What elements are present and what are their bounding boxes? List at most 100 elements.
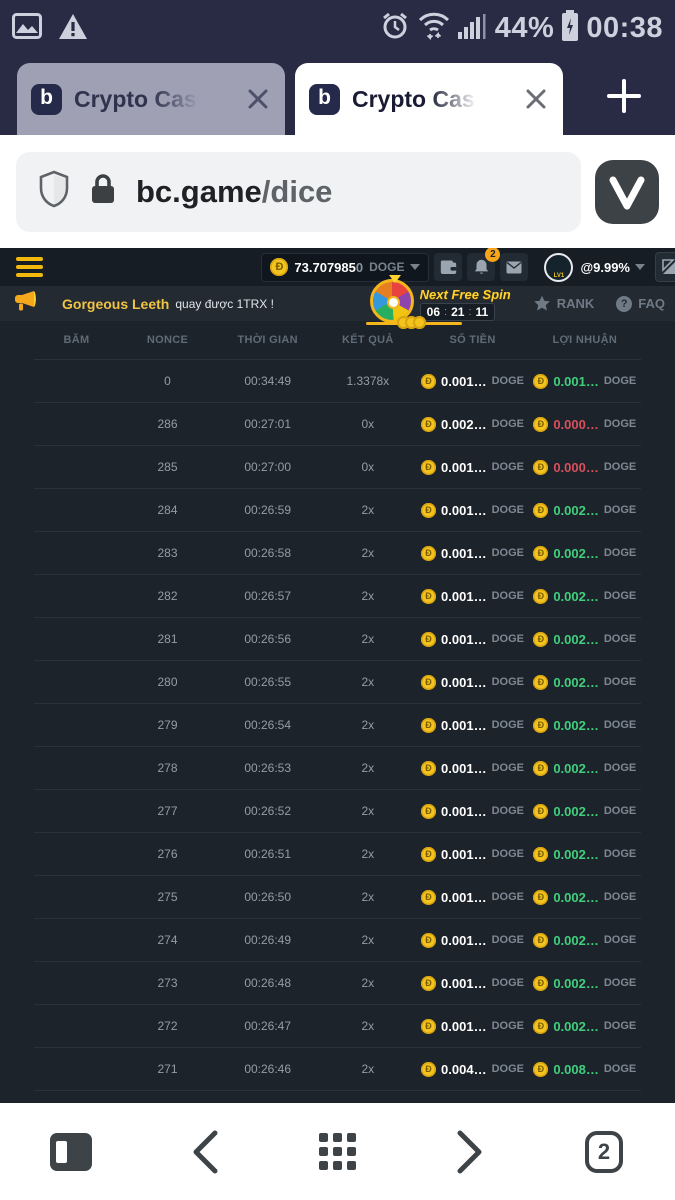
profit-value: 0.002… (553, 804, 599, 819)
url-field[interactable]: bc.game/dice (16, 152, 581, 232)
cell-nonce: 271 (119, 1062, 216, 1076)
cell-nonce: 284 (119, 503, 216, 517)
bet-row[interactable]: 285 00:27:00 0x Đ 0.001… DOGE Đ 0.000… D… (34, 446, 641, 489)
doge-coin-icon: Đ (533, 460, 548, 475)
bet-row[interactable]: 282 00:26:57 2x Đ 0.001… DOGE Đ 0.002… D… (34, 575, 641, 618)
cell-nonce: 277 (119, 804, 216, 818)
url-path: /dice (262, 174, 333, 209)
doge-coin-icon: Đ (533, 1019, 548, 1034)
doge-coin-icon: Đ (421, 589, 436, 604)
col-hash: BĂM (34, 334, 119, 346)
amount-value: 0.001… (441, 1019, 487, 1034)
forward-button[interactable] (455, 1129, 485, 1175)
cell-result: 2x (319, 890, 416, 904)
bet-row[interactable]: 276 00:26:51 2x Đ 0.001… DOGE Đ 0.002… D… (34, 833, 641, 876)
rank-button[interactable]: RANK (533, 295, 595, 312)
doge-coin-icon: Đ (421, 1062, 436, 1077)
bet-row[interactable]: 273 00:26:48 2x Đ 0.001… DOGE Đ 0.002… D… (34, 962, 641, 1005)
browser-tab-inactive[interactable]: b Crypto Casi (17, 63, 285, 135)
battery-icon (561, 10, 579, 47)
browser-address-bar: bc.game/dice (0, 135, 675, 248)
lock-icon[interactable] (90, 173, 116, 210)
back-button[interactable] (190, 1129, 220, 1175)
bet-row[interactable]: 278 00:26:53 2x Đ 0.001… DOGE Đ 0.002… D… (34, 747, 641, 790)
bet-row[interactable]: 272 00:26:47 2x Đ 0.001… DOGE Đ 0.002… D… (34, 1005, 641, 1048)
tab-switcher-button[interactable]: 2 (581, 1129, 627, 1175)
messages-button[interactable] (500, 253, 528, 281)
balance-currency: DOGE (369, 260, 404, 274)
cell-nonce: 274 (119, 933, 216, 947)
vivaldi-menu-button[interactable] (595, 160, 659, 224)
cell-result: 2x (319, 589, 416, 603)
cell-time: 00:26:56 (216, 632, 319, 646)
cell-nonce: 272 (119, 1019, 216, 1033)
cell-amount: Đ 0.001… DOGE (416, 1019, 528, 1034)
doge-coin-icon: Đ (421, 718, 436, 733)
cell-amount: Đ 0.001… DOGE (416, 546, 528, 561)
faq-button[interactable]: ? FAQ (616, 296, 665, 312)
profit-currency: DOGE (604, 934, 636, 946)
wallet-button[interactable] (434, 253, 462, 281)
bet-row[interactable]: 279 00:26:54 2x Đ 0.001… DOGE Đ 0.002… D… (34, 704, 641, 747)
cell-amount: Đ 0.001… DOGE (416, 804, 528, 819)
cell-time: 00:26:59 (216, 503, 319, 517)
cell-amount: Đ 0.001… DOGE (416, 374, 528, 389)
amount-currency: DOGE (492, 762, 524, 774)
free-spin-widget[interactable]: Next Free Spin 06:21:11 (368, 287, 511, 321)
doge-coin-icon: Đ (421, 460, 436, 475)
announcement-username[interactable]: Gorgeous Leeth (62, 296, 169, 312)
close-tab-icon[interactable] (245, 86, 271, 112)
amount-currency: DOGE (492, 805, 524, 817)
chat-toggle-button[interactable] (655, 252, 675, 282)
amount-currency: DOGE (492, 461, 524, 473)
doge-coin-icon: Đ (533, 847, 548, 862)
cell-nonce: 0 (119, 374, 216, 388)
cell-result: 2x (319, 1019, 416, 1033)
close-tab-icon[interactable] (523, 86, 549, 112)
amount-value: 0.001… (441, 933, 487, 948)
bets-table-header: BĂM NONCE THỜI GIAN KẾT QUẢ SỐ TIỀN LỢI … (34, 321, 641, 360)
bet-row[interactable]: 274 00:26:49 2x Đ 0.001… DOGE Đ 0.002… D… (34, 919, 641, 962)
cell-profit: Đ 0.002… DOGE (529, 847, 641, 862)
question-icon: ? (616, 296, 632, 312)
doge-coin-icon: Đ (533, 933, 548, 948)
amount-currency: DOGE (492, 375, 524, 387)
spin-wheel-icon[interactable] (368, 277, 422, 331)
amount-currency: DOGE (492, 504, 524, 516)
bet-row[interactable]: 283 00:26:58 2x Đ 0.001… DOGE Đ 0.002… D… (34, 532, 641, 575)
browser-tab-active[interactable]: b Crypto Casi (295, 63, 563, 135)
cell-result: 2x (319, 675, 416, 689)
cell-amount: Đ 0.001… DOGE (416, 847, 528, 862)
chevron-down-icon (635, 264, 645, 270)
avatar[interactable]: LV1 (544, 253, 573, 282)
balance-amount: 73.7079850 (294, 260, 363, 275)
cell-result: 2x (319, 804, 416, 818)
doge-coin-icon: Đ (421, 417, 436, 432)
cell-result: 2x (319, 1062, 416, 1076)
menu-hamburger-button[interactable] (10, 251, 49, 283)
bet-row[interactable]: 286 00:27:01 0x Đ 0.002… DOGE Đ 0.000… D… (34, 403, 641, 446)
profit-value: 0.002… (553, 589, 599, 604)
cell-profit: Đ 0.002… DOGE (529, 675, 641, 690)
doge-coin-icon: Đ (533, 1062, 548, 1077)
url-text[interactable]: bc.game/dice (136, 174, 332, 210)
bet-row[interactable]: 271 00:26:46 2x Đ 0.004… DOGE Đ 0.008… D… (34, 1048, 641, 1091)
cell-profit: Đ 0.002… DOGE (529, 503, 641, 518)
cell-time: 00:26:48 (216, 976, 319, 990)
bet-row[interactable]: 270 00:26:45 0x Đ 0.002… DOGE Đ 0.000… D… (34, 1091, 641, 1103)
bet-row[interactable]: 0 00:34:49 1.3378x Đ 0.001… DOGE Đ 0.001… (34, 360, 641, 403)
bet-row[interactable]: 284 00:26:59 2x Đ 0.001… DOGE Đ 0.002… D… (34, 489, 641, 532)
amount-value: 0.004… (441, 1062, 487, 1077)
new-tab-button[interactable] (603, 75, 645, 117)
bet-row[interactable]: 277 00:26:52 2x Đ 0.001… DOGE Đ 0.002… D… (34, 790, 641, 833)
bet-row[interactable]: 280 00:26:55 2x Đ 0.001… DOGE Đ 0.002… D… (34, 661, 641, 704)
bet-row[interactable]: 281 00:26:56 2x Đ 0.001… DOGE Đ 0.002… D… (34, 618, 641, 661)
rakeback-value[interactable]: @9.99% (580, 260, 630, 275)
bet-row[interactable]: 275 00:26:50 2x Đ 0.001… DOGE Đ 0.002… D… (34, 876, 641, 919)
shield-icon[interactable] (38, 170, 70, 213)
sidebar-toggle-button[interactable] (48, 1131, 94, 1173)
chevron-down-icon (410, 264, 420, 270)
notifications-button[interactable]: 2 (467, 253, 495, 281)
apps-grid-button[interactable] (317, 1129, 359, 1175)
cell-time: 00:26:46 (216, 1062, 319, 1076)
